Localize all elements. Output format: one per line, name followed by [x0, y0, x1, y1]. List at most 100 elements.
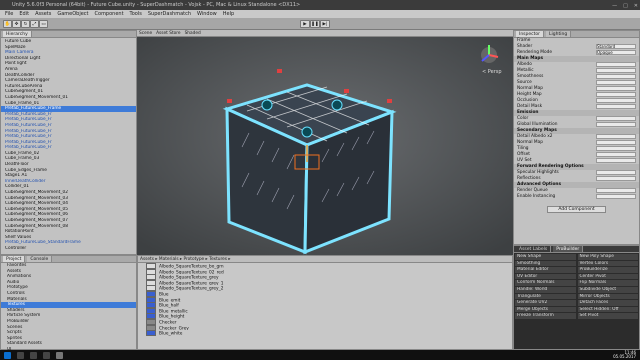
probuilder-button[interactable]: Triangulate [515, 293, 576, 300]
asset-name: Albedo_SquareTexture_bo_grn [159, 264, 224, 269]
probuilder-column-1: New Shape Smoothing Material Editor UV Edit… [514, 253, 577, 320]
tab-lighting[interactable]: Lighting [546, 31, 572, 37]
unity-icon[interactable] [56, 351, 63, 359]
probuilder-button[interactable]: Merge Objects [515, 306, 576, 313]
tab-scene[interactable]: Scene [139, 30, 152, 36]
inspector-row-field[interactable] [596, 68, 636, 73]
inspector-row-field[interactable] [596, 176, 636, 181]
inspector-row-field[interactable] [596, 140, 636, 145]
menu-item-tools[interactable]: Tools [130, 10, 142, 18]
menu-item-edit[interactable]: Edit [19, 10, 29, 18]
inspector-row-field[interactable] [596, 98, 636, 103]
probuilder-button[interactable]: Handle: World [515, 286, 576, 293]
persp-label: < Persp [482, 69, 502, 75]
asset-name: Checker [159, 320, 177, 325]
probuilder-button[interactable]: Mirror Objects [577, 293, 638, 300]
tab-project[interactable]: Project [3, 256, 26, 262]
pause-button[interactable]: ❚❚ [310, 20, 320, 28]
explorer-icon[interactable] [30, 351, 37, 359]
hierarchy-list: Future Cube SpelMaze Main Camera Directiona… [1, 38, 136, 252]
inspector-row-field[interactable] [596, 62, 636, 67]
folder-tree: Favorites Assets Animations Audio Prototype C… [1, 263, 136, 353]
inspector-row-field[interactable] [596, 104, 636, 109]
probuilder-button[interactable]: Center Pivot [577, 273, 638, 280]
probuilder-button[interactable]: Material Editor [515, 267, 576, 273]
window-title: Unity 5.6.0f3 Personal (64bit) - Future … [12, 2, 301, 8]
tab-console[interactable]: Console [27, 256, 53, 262]
inspector-row-field[interactable] [596, 134, 636, 139]
inspector-sections: Main Maps Albedo Metallic Smoothness Source N… [514, 56, 639, 200]
inspector-row-field[interactable] [596, 86, 636, 91]
hierarchy-item[interactable]: Controller [1, 246, 136, 252]
inspector-row-field[interactable] [596, 188, 636, 193]
add-component-button[interactable]: Add Component [547, 206, 606, 213]
probuilder-button[interactable]: Set Pivot [577, 313, 638, 319]
probuilder-button[interactable]: Flip Normals [577, 280, 638, 286]
menu-item-superdashmatch[interactable]: SuperDashmatch [148, 10, 191, 18]
probuilder-button[interactable]: ProBuilderize [577, 267, 638, 273]
tab-asset-labels[interactable]: Asset Labels [516, 246, 552, 252]
probuilder-button[interactable]: New Poly Shape [577, 254, 638, 260]
move-tool-icon[interactable]: ✥ [12, 20, 21, 28]
hand-tool-icon[interactable]: ✋ [3, 20, 12, 28]
menu-item-help[interactable]: Help [223, 10, 234, 18]
menu-item-component[interactable]: Component [95, 10, 124, 18]
asset-list: Albedo_SquareTexture_bo_grn Albedo_Square… [138, 263, 512, 336]
asset-item[interactable]: Blue_white [138, 330, 512, 336]
tab-probuilder[interactable]: ProBuilder [553, 246, 584, 252]
browser-icon[interactable] [43, 351, 50, 359]
title-bar: Unity 5.6.0f3 Personal (64bit) - Future … [0, 0, 640, 10]
inspector-row-field[interactable] [596, 122, 636, 127]
inspector-row-field[interactable] [596, 152, 636, 157]
taskbar: 11:46 05.05.2017 [0, 350, 640, 360]
probuilder-button[interactable]: Smoothing [515, 260, 576, 267]
tab-asset-store[interactable]: Asset Store [156, 30, 180, 36]
inspector-row-label: Enable Instancing [517, 194, 556, 199]
menu-item-assets[interactable]: Assets [35, 10, 51, 18]
probuilder-button[interactable]: Conform Normals [515, 280, 576, 286]
rect-tool-icon[interactable]: ▭ [39, 20, 48, 28]
scene-canvas[interactable]: < Persp [137, 37, 513, 255]
tab-inspector[interactable]: Inspector [516, 31, 544, 37]
inspector-row-field[interactable] [596, 194, 636, 199]
probuilder-button[interactable]: Vertex Colors [577, 260, 638, 267]
probuilder-button[interactable]: Freeze Transform [515, 313, 576, 319]
tab-hierarchy[interactable]: Hierarchy [3, 31, 32, 37]
inspector-row-field[interactable] [596, 74, 636, 79]
scene-view[interactable]: Scene Asset Store Shaded < Persp [137, 30, 513, 255]
inspector-row-field[interactable] [596, 92, 636, 97]
inspector-row-field[interactable] [596, 146, 636, 151]
asset-name: Blue_white [159, 331, 183, 336]
probuilder-button[interactable]: Select Hidden: Off [577, 306, 638, 313]
inspector-panel: Inspector Lighting Frame Shader Standard… [513, 30, 640, 245]
step-button[interactable]: ▶| [320, 20, 330, 28]
inspector-row-field[interactable] [596, 116, 636, 121]
asset-name: Albedo_SquareTexture_grey_2 [159, 286, 224, 291]
asset-thumbnail-icon [146, 330, 156, 336]
menu-item-window[interactable]: Window [197, 10, 217, 18]
inspector-row-field[interactable] [596, 158, 636, 163]
probuilder-button[interactable]: Subdivide Object [577, 286, 638, 293]
rendering-mode-dropdown[interactable]: Opaque [596, 50, 636, 55]
shader-dropdown[interactable]: Standard [596, 44, 636, 49]
probuilder-button[interactable]: Generate UV2 [515, 300, 576, 306]
inspector-row-field[interactable] [596, 80, 636, 85]
search-icon[interactable] [17, 351, 24, 359]
probuilder-button[interactable]: New Shape [515, 254, 576, 260]
probuilder-column-2: New Poly Shape Vertex Colors ProBuilderize… [577, 253, 640, 320]
shading-mode-dropdown[interactable]: Shaded [185, 30, 201, 36]
clock[interactable]: 11:46 05.05.2017 [613, 350, 640, 360]
menu-item-file[interactable]: File [5, 10, 13, 18]
scale-tool-icon[interactable]: ⤢ [30, 20, 39, 28]
menu-item-gameobject[interactable]: GameObject [57, 10, 88, 18]
breadcrumb: Assets ▸ Materials ▸ Prototype ▸ Texture… [140, 257, 231, 262]
inspector-row-field[interactable] [596, 170, 636, 175]
menu-bar: File Edit Assets GameObject Component Tools Su… [0, 10, 640, 18]
play-button[interactable]: ▶ [300, 20, 310, 28]
probuilder-button[interactable]: UV Editor [515, 273, 576, 280]
start-icon[interactable] [4, 351, 11, 359]
probuilder-button[interactable]: Detach Faces [577, 300, 638, 306]
probuilder-panel: Asset Labels ProBuilder New Shape Smoothi… [513, 245, 640, 350]
asset-browser: Assets ▸ Materials ▸ Prototype ▸ Texture… [137, 255, 513, 350]
rotate-tool-icon[interactable]: ↻ [21, 20, 30, 28]
